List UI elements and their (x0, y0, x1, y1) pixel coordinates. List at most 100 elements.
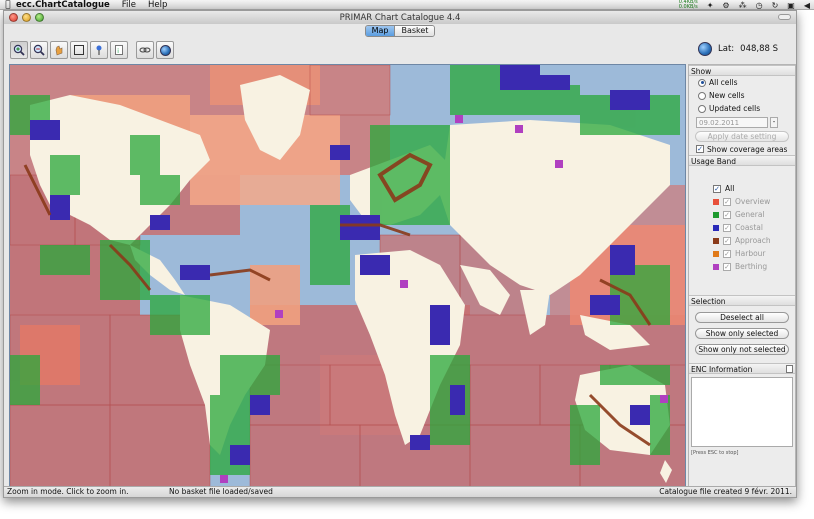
side-panel: Show All cells New cells Updated cells -… (688, 64, 796, 487)
checkbox-icon[interactable]: ✓ (723, 197, 731, 206)
band-harbour[interactable]: ✓ Harbour (689, 247, 795, 260)
menu-app-name[interactable]: ecc.ChartCatalogue (16, 0, 110, 10)
checkbox-icon[interactable]: ✓ (723, 236, 731, 245)
toolbar-toggle-button[interactable] (778, 14, 791, 20)
band-overview[interactable]: ✓ Overview (689, 195, 795, 208)
zoom-window-icon[interactable] (35, 13, 44, 22)
title-bar: PRIMAR Chart Catalogue 4.4 (4, 11, 796, 24)
apple-icon[interactable]:  (0, 0, 16, 10)
deselect-all-button[interactable]: Deselect all (695, 312, 789, 323)
band-label: Approach (735, 236, 771, 245)
toolbar: i Lat: 048,88 S (4, 38, 796, 62)
document-icon[interactable] (786, 365, 793, 373)
gear-icon[interactable]: ⚙ (722, 1, 729, 10)
show-only-not-selected-button[interactable]: Show only not selected (695, 344, 789, 355)
menu-bar:  ecc.ChartCatalogue File Help 0.4KB/s 0… (0, 0, 814, 10)
radio-indicator[interactable] (698, 78, 706, 87)
document-info-button[interactable]: i (110, 41, 128, 59)
checkbox-icon[interactable]: ✓ (723, 249, 731, 258)
band-color-swatch (713, 198, 719, 205)
network-rates: 0.4KB/s 0.0KB/s (679, 0, 698, 10)
display-icon[interactable]: ▣ (787, 1, 795, 10)
band-label: All (725, 184, 735, 193)
volume-icon[interactable]: ◀ (804, 1, 810, 10)
band-coastal[interactable]: ✓ Coastal (689, 221, 795, 234)
time-machine-icon[interactable]: ◷ (756, 1, 763, 10)
zoom-out-button[interactable] (30, 41, 48, 59)
window-title: PRIMAR Chart Catalogue 4.4 (339, 12, 461, 23)
date-stepper[interactable]: - (770, 117, 778, 128)
enc-info-text-area[interactable] (691, 377, 793, 447)
band-all[interactable]: ✓ All (689, 182, 795, 195)
selection-header: Selection (689, 295, 795, 306)
lat-label: Lat: (718, 44, 735, 54)
select-rectangle-button[interactable] (70, 41, 88, 59)
checkbox-icon[interactable]: ✓ (723, 210, 731, 219)
window-controls (9, 13, 44, 22)
radio-new-cells[interactable]: New cells (689, 89, 795, 102)
globe-icon (698, 42, 712, 56)
checkbox-icon[interactable]: ✓ (696, 145, 704, 153)
menu-file[interactable]: File (122, 0, 136, 10)
band-color-swatch (713, 211, 719, 218)
document-icon: i (115, 45, 123, 55)
date-setting: - (689, 115, 795, 130)
band-berthing[interactable]: ✓ Berthing (689, 260, 795, 273)
sync-icon[interactable]: ↻ (772, 1, 779, 10)
apply-date-button[interactable]: Apply date setting (695, 131, 789, 142)
lat-readout: Lat: 048,88 S (698, 42, 778, 56)
radio-updated-cells[interactable]: Updated cells (689, 102, 795, 115)
band-label: Berthing (735, 262, 768, 271)
pan-button[interactable] (50, 41, 68, 59)
band-general[interactable]: ✓ General (689, 208, 795, 221)
band-color-swatch (713, 250, 719, 257)
info-pointer-button[interactable] (90, 41, 108, 59)
zoom-in-icon (13, 44, 25, 56)
date-field[interactable] (696, 117, 768, 128)
tab-map[interactable]: Map (365, 26, 395, 36)
hand-icon (55, 45, 63, 56)
show-coverage-toggle[interactable]: ✓ Show coverage areas (689, 143, 795, 155)
tab-basket[interactable]: Basket (394, 26, 435, 36)
zoom-in-button[interactable] (10, 41, 28, 59)
status-tray: 0.4KB/s 0.0KB/s ✦ ⚙ ⁂ ◷ ↻ ▣ ◀ (679, 0, 810, 10)
link-button[interactable] (136, 41, 154, 59)
link-icon (139, 47, 151, 53)
wand-icon[interactable]: ✦ (707, 1, 714, 10)
band-label: Harbour (735, 249, 766, 258)
checkbox-icon[interactable]: ✓ (723, 223, 731, 232)
minimize-window-icon[interactable] (22, 13, 31, 22)
radio-indicator[interactable] (698, 91, 706, 100)
esc-note: [Press ESC to stop] (691, 450, 739, 456)
main-window: PRIMAR Chart Catalogue 4.4 Map Basket i (3, 10, 797, 498)
radio-label: New cells (709, 91, 745, 100)
world-map-svg[interactable] (10, 65, 686, 487)
checkbox-icon[interactable]: ✓ (713, 184, 721, 193)
band-label: Overview (735, 197, 771, 206)
radio-indicator[interactable] (698, 104, 706, 113)
radio-label: Updated cells (709, 104, 761, 113)
radio-all-cells[interactable]: All cells (689, 76, 795, 89)
enc-header-label: ENC Information (691, 365, 753, 374)
world-view-button[interactable] (156, 41, 174, 59)
view-tabs: Map Basket (364, 25, 436, 37)
view-switch: Map Basket (4, 24, 796, 38)
lat-value: 048,88 S (740, 44, 778, 54)
band-label: General (735, 210, 765, 219)
coverage-label: Show coverage areas (707, 144, 788, 154)
enc-info-header: ENC Information (689, 363, 795, 374)
band-approach[interactable]: ✓ Approach (689, 234, 795, 247)
checkbox-icon[interactable]: ✓ (723, 262, 731, 271)
close-window-icon[interactable] (9, 13, 18, 22)
show-only-selected-button[interactable]: Show only selected (695, 328, 789, 339)
bluetooth-icon[interactable]: ⁂ (739, 1, 747, 10)
radio-label: All cells (709, 78, 738, 87)
band-color-swatch (713, 263, 719, 270)
show-section-header: Show (689, 65, 795, 76)
status-bar: Zoom in mode. Click to zoom in. No baske… (4, 486, 796, 497)
band-color-swatch (713, 224, 719, 231)
menu-help[interactable]: Help (148, 0, 167, 10)
chart-coverage-map[interactable] (9, 64, 686, 487)
band-color-swatch (713, 237, 719, 244)
pin-icon (96, 45, 102, 55)
